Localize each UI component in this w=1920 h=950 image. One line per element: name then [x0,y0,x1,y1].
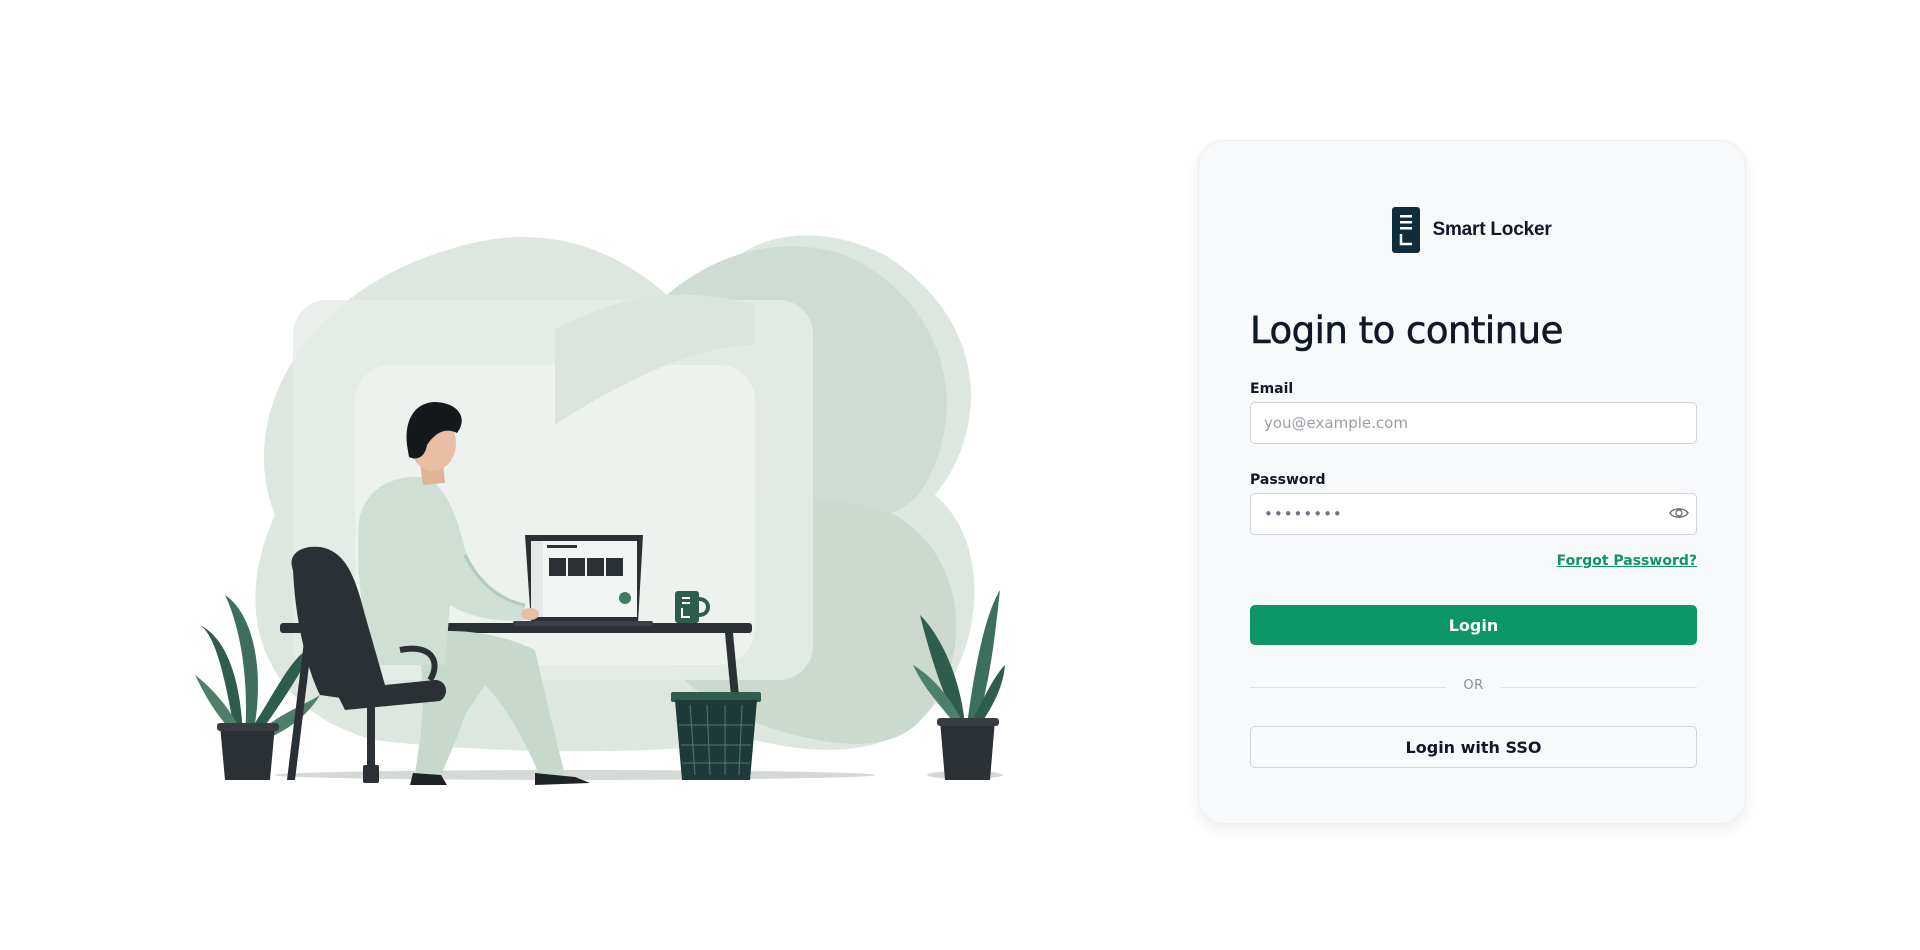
divider-text: OR [1463,678,1484,693]
email-field[interactable] [1250,402,1697,444]
divider-line-right [1501,687,1697,688]
brand-name: Smart Locker [1432,219,1552,240]
password-field[interactable] [1250,493,1697,535]
or-divider: OR [1250,678,1697,698]
email-label: Email [1250,381,1294,397]
page-title: Login to continue [1250,309,1564,353]
eye-icon[interactable] [1669,505,1689,521]
sso-login-button[interactable]: Login with SSO [1250,726,1697,768]
login-page: Smart Locker Login to continue Email Pas… [0,0,1920,950]
locker-logo-icon [1392,207,1421,253]
login-button[interactable]: Login [1250,605,1697,645]
login-card: Smart Locker Login to continue Email Pas… [1198,140,1746,824]
forgot-password-link[interactable]: Forgot Password? [1557,553,1697,569]
office-illustration [195,195,1005,785]
password-label: Password [1250,472,1326,488]
brand: Smart Locker [1199,207,1745,253]
